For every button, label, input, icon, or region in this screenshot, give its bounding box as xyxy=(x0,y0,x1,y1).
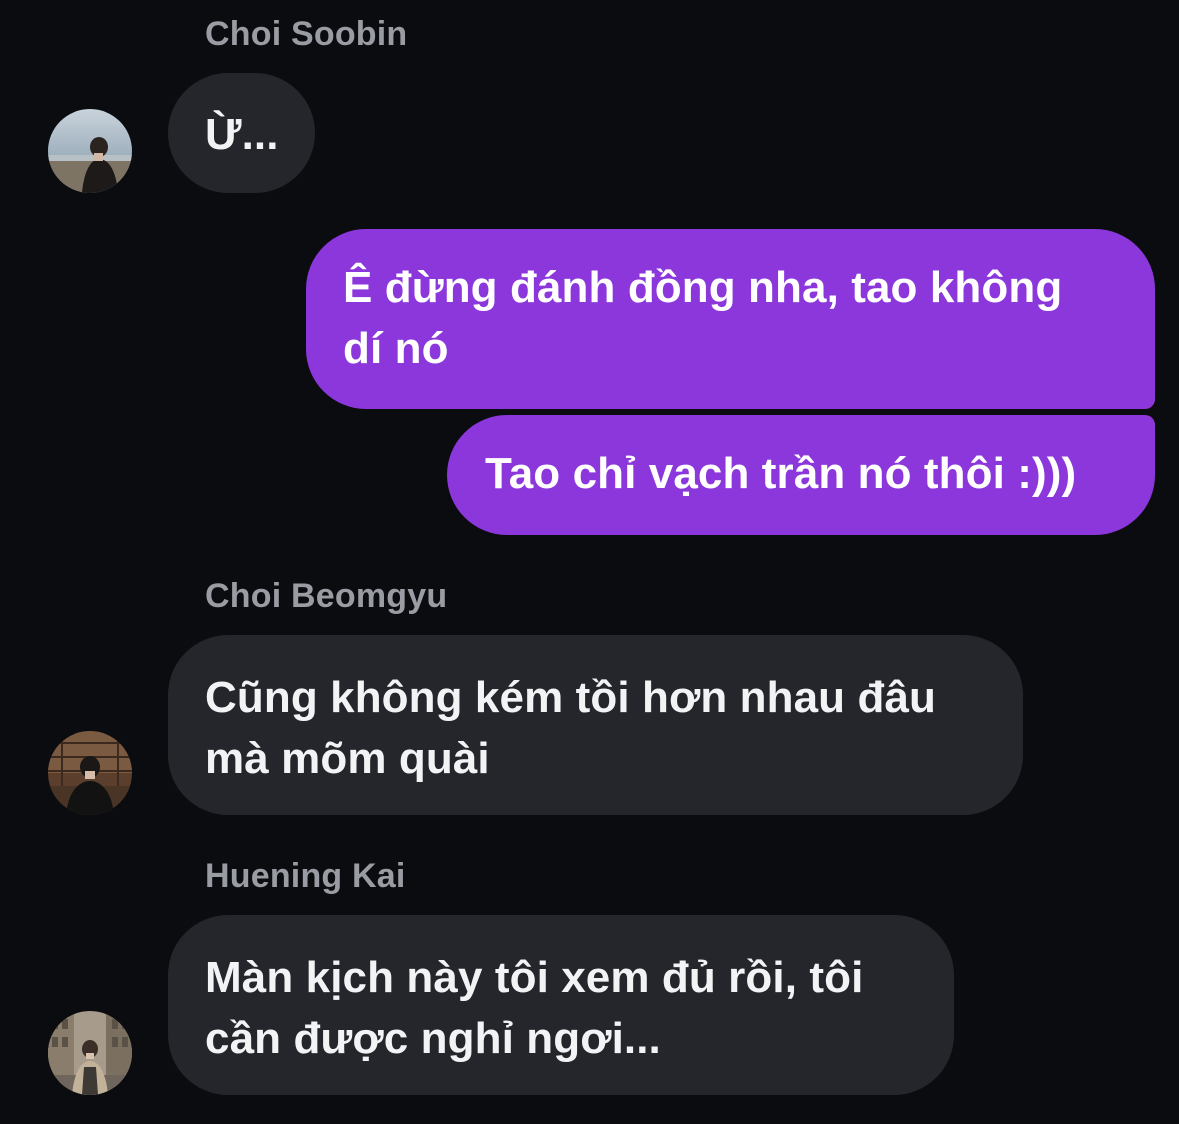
profile-photo-icon xyxy=(48,109,132,193)
message-line: Màn kịch này tôi xem đủ rồi, tôi xyxy=(205,953,864,1002)
avatar[interactable] xyxy=(48,1011,132,1095)
message-bubble[interactable]: Ừ... xyxy=(168,73,315,193)
message-line: Tao chỉ vạch trần nó thôi :))) xyxy=(485,449,1077,498)
avatar[interactable] xyxy=(48,731,132,815)
message-line: Ê đừng đánh đồng nha, tao không xyxy=(343,263,1063,312)
avatar[interactable] xyxy=(48,109,132,193)
message-line: mà mõm quài xyxy=(205,734,490,783)
message-bubble[interactable]: Màn kịch này tôi xem đủ rồi, tôi cần đượ… xyxy=(168,915,954,1095)
message-line: dí nó xyxy=(343,324,449,373)
profile-photo-icon xyxy=(48,731,132,815)
message-line: Ừ... xyxy=(205,110,279,159)
sender-name: Choi Beomgyu xyxy=(205,577,448,615)
profile-photo-icon xyxy=(48,1011,132,1095)
message-line: Cũng không kém tồi hơn nhau đâu xyxy=(205,673,937,722)
sender-name: Choi Soobin xyxy=(205,15,408,53)
message-bubble-outgoing[interactable]: Tao chỉ vạch trần nó thôi :))) xyxy=(447,415,1155,535)
message-line: cần được nghỉ ngơi... xyxy=(205,1014,661,1063)
message-bubble-outgoing[interactable]: Ê đừng đánh đồng nha, tao không dí nó xyxy=(306,229,1155,409)
sender-name: Huening Kai xyxy=(205,857,406,895)
message-bubble[interactable]: Cũng không kém tồi hơn nhau đâu mà mõm q… xyxy=(168,635,1023,815)
